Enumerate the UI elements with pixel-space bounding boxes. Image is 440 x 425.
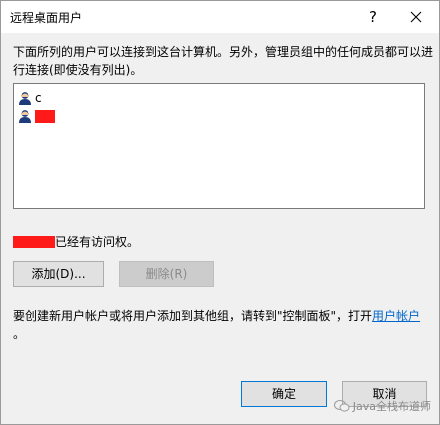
dialog-body: 下面所列的用户可以连接到这台计算机。另外，管理员组中的任何成员都可以进行连接(即… — [1, 33, 439, 424]
help-button[interactable]: ? — [359, 4, 387, 30]
description-text: 下面所列的用户可以连接到这台计算机。另外，管理员组中的任何成员都可以进行连接(即… — [13, 45, 434, 77]
window-title: 远程桌面用户 — [10, 11, 83, 25]
access-text: 已经有访问权。 — [55, 235, 140, 249]
remote-desktop-users-dialog: 远程桌面用户 ? 下面所列的用户可以连接到这台计算机。另外，管理员组中的任何成员… — [0, 0, 440, 425]
user-accounts-link[interactable]: 用户帐户 — [372, 309, 420, 323]
title-bar[interactable]: 远程桌面用户 ? — [1, 1, 439, 33]
user-icon — [19, 91, 31, 105]
list-item[interactable] — [18, 108, 55, 124]
redacted-user-name — [35, 109, 55, 123]
watermark: Java全栈布道师 — [333, 398, 431, 414]
footer-instructions: 要创建新用户帐户或将用户添加到其他组，请转到"控制面板"，打开用户帐户 。 — [13, 307, 433, 343]
user-icon — [19, 109, 31, 123]
access-status: 已经有访问权。 — [13, 233, 139, 250]
user-name: c — [35, 91, 42, 105]
close-button[interactable] — [402, 4, 430, 30]
ok-button[interactable]: 确定 — [241, 381, 327, 407]
remove-button[interactable]: 删除(R) — [119, 261, 214, 287]
watermark-text: Java全栈布道师 — [352, 400, 431, 413]
footer-text: 要创建新用户帐户或将用户添加到其他组，请转到"控制面板"，打开 — [13, 309, 373, 323]
users-listbox[interactable]: c — [13, 83, 425, 209]
list-item[interactable]: c — [18, 90, 42, 106]
redacted-account-name — [13, 235, 55, 248]
add-button[interactable]: 添加(D)... — [13, 261, 104, 287]
footer-period: 。 — [13, 327, 26, 341]
close-icon — [410, 11, 422, 23]
wechat-icon — [333, 400, 350, 412]
